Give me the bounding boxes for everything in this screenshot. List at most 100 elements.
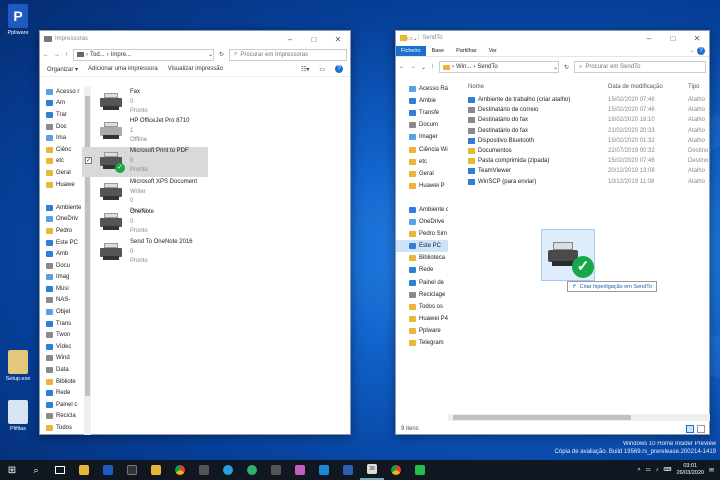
nav-item[interactable]: Pplware — [396, 325, 448, 337]
help-icon[interactable]: ? — [335, 65, 343, 73]
details-view-icon[interactable] — [686, 425, 694, 433]
close-button[interactable]: ✕ — [326, 31, 350, 47]
taskbar-app-store[interactable] — [192, 460, 216, 480]
tab-share[interactable]: Partilhar — [450, 46, 482, 56]
horizontal-scrollbar[interactable] — [448, 414, 710, 421]
printer-item[interactable]: HP OfficeJet Pro 8710 1 Offline — [100, 117, 220, 146]
back-icon[interactable]: ← — [399, 64, 405, 70]
tab-file[interactable]: Ficheiro — [396, 45, 426, 56]
notification-icon[interactable]: ✉ — [709, 467, 714, 474]
file-row[interactable]: Destinatário do fax 21/02/2020 20:33 Atalh… — [451, 126, 709, 136]
search-button[interactable]: ⌕ — [24, 460, 48, 480]
refresh-icon[interactable]: ↻ — [564, 64, 569, 71]
tab-home[interactable]: Base — [426, 46, 451, 56]
print-preview-button[interactable]: Visualizar impressão — [168, 66, 223, 72]
add-printer-button[interactable]: Adicionar uma impressora — [88, 66, 158, 72]
taskbar-app-explorer-2[interactable] — [144, 460, 168, 480]
printers-window[interactable]: Impressoras – □ ✕ ← → ↑ › Tod... › Impre… — [39, 30, 351, 435]
file-row[interactable]: Pasta comprimida (zipada) 15/02/2020 07:4… — [451, 156, 709, 166]
taskbar-app-ppliware[interactable] — [96, 460, 120, 480]
network-icon[interactable]: ▭ — [646, 467, 651, 473]
breadcrumb-item[interactable]: Tod... — [90, 52, 105, 58]
nav-item[interactable]: Geral — [396, 168, 448, 180]
nav-item[interactable]: Acesso Rápi — [396, 83, 448, 95]
nav-item[interactable]: Imager — [396, 131, 448, 143]
nav-item[interactable]: Docum — [396, 119, 448, 131]
up-icon[interactable]: ↑ — [65, 52, 68, 58]
taskbar-app-edge-dev[interactable] — [240, 460, 264, 480]
nav-item[interactable]: Huawei P4 — [396, 313, 448, 325]
printer-item[interactable]: Fax 0 Pronto — [100, 88, 220, 117]
column-type[interactable]: Tipo — [688, 84, 699, 90]
organize-button[interactable]: Organizar ▾ — [47, 66, 78, 73]
nav-item[interactable]: Huawei P — [396, 180, 448, 192]
taskbar-app-vscode[interactable] — [312, 460, 336, 480]
file-row[interactable]: Ambiente de trabalho (criar atalho) 15/02… — [451, 95, 709, 105]
maximize-button[interactable]: □ — [302, 31, 326, 47]
clock[interactable]: 03:01 26/03/2020 — [676, 463, 704, 477]
nav-item[interactable]: Todos os — [396, 301, 448, 313]
chevron-down-icon[interactable]: ⌄ — [553, 64, 558, 71]
up-icon[interactable]: ↑ — [431, 64, 434, 70]
ribbon-expand-icon[interactable]: ⌄ — [689, 48, 697, 54]
printer-item[interactable]: Send To OneNote 2016 0 Pronto — [100, 238, 220, 267]
minimize-button[interactable]: – — [637, 30, 661, 46]
breadcrumb-item[interactable]: SendTo — [477, 64, 497, 70]
taskbar-app-chrome[interactable] — [168, 460, 192, 480]
view-options-icon[interactable]: ☷▾ — [301, 66, 309, 73]
taskbar-app-line[interactable] — [408, 460, 432, 480]
back-icon[interactable]: ← — [43, 52, 49, 58]
desktop-icon-setup[interactable]: Setup.exe — [1, 350, 35, 382]
nav-item[interactable]: Transfe — [396, 107, 448, 119]
nav-item[interactable]: Telegram — [396, 337, 448, 349]
tab-view[interactable]: Ver — [483, 46, 503, 56]
nav-item[interactable]: Painel de — [396, 277, 448, 289]
search-input[interactable]: ⌕ Procurar em SendTo — [574, 61, 706, 73]
taskbar-app-edge[interactable] — [216, 460, 240, 480]
taskbar-app-paint[interactable] — [288, 460, 312, 480]
scrollbar-thumb[interactable] — [453, 415, 631, 420]
forward-icon[interactable]: → — [410, 64, 416, 70]
file-row[interactable]: WinSCP (para enviar) 10/12/2019 11:08 Atal… — [451, 177, 709, 187]
address-bar[interactable]: › Tod... › Impre... ⌄ — [73, 48, 214, 61]
nav-item[interactable]: Reciclage — [396, 289, 448, 301]
file-row[interactable]: Documentos 22/07/2019 00:32 Destino — [451, 146, 709, 156]
taskbar-app-chrome-2[interactable] — [384, 460, 408, 480]
nav-item[interactable]: Ambie — [396, 95, 448, 107]
maximize-button[interactable]: □ — [661, 30, 685, 46]
nav-item[interactable]: Pedro Sim — [396, 228, 448, 240]
taskbar-app-photos[interactable] — [264, 460, 288, 480]
column-name[interactable]: Nome — [468, 84, 484, 90]
nav-item[interactable]: Ciência Wi — [396, 143, 448, 155]
keyboard-icon[interactable]: ⌨ — [663, 467, 671, 473]
nav-item[interactable]: Este PC — [396, 240, 448, 253]
file-row[interactable]: Destinatário de correio 15/02/2020 07:46 A… — [451, 105, 709, 115]
refresh-icon[interactable]: ↻ — [219, 51, 224, 58]
minimize-button[interactable]: – — [278, 31, 302, 47]
title-bar[interactable]: ▭ ⌄ | SendTo – □ ✕ — [396, 31, 709, 45]
printer-item[interactable]: OneNote 0 Pronto — [100, 208, 220, 237]
large-icons-view-icon[interactable] — [697, 425, 705, 433]
nav-item[interactable]: Ambiente d — [396, 204, 448, 216]
title-bar[interactable]: Impressoras – □ ✕ — [40, 31, 350, 47]
file-row[interactable]: TeamViewer 20/12/2019 13:08 Atalho — [451, 166, 709, 176]
scrollbar-thumb[interactable] — [85, 96, 90, 396]
task-view-button[interactable] — [48, 460, 72, 480]
close-button[interactable]: ✕ — [685, 30, 709, 46]
layout-icon[interactable]: ▭ — [319, 66, 325, 73]
address-bar[interactable]: › Win... › SendTo ⌄ — [439, 61, 559, 73]
breadcrumb-item[interactable]: Impre... — [111, 52, 131, 58]
taskbar-app-word[interactable] — [336, 460, 360, 480]
help-icon[interactable]: ? — [697, 46, 705, 55]
nav-item[interactable]: etc — [396, 156, 448, 168]
taskbar-app-explorer[interactable] — [72, 460, 96, 480]
nav-item[interactable]: OneDrive — [396, 216, 448, 228]
recent-dropdown-icon[interactable]: ⌄ — [421, 64, 426, 71]
search-input[interactable]: ⌕ Procurar em Impressoras — [229, 48, 347, 61]
printer-item[interactable]: ✓ ✓ Microsoft Print to PDF 0 Pronto — [82, 147, 208, 177]
volume-icon[interactable]: ♪ — [656, 467, 659, 473]
selection-checkbox[interactable]: ✓ — [85, 157, 92, 164]
forward-icon[interactable]: → — [54, 52, 60, 58]
breadcrumb-item[interactable]: Win... — [456, 64, 471, 70]
start-button[interactable]: ⊞ — [0, 460, 24, 480]
